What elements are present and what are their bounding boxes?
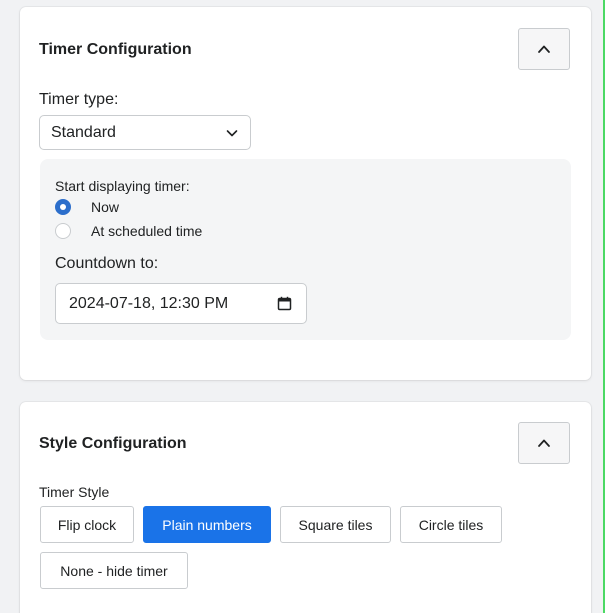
style-configuration-card: Style Configuration Timer Style Flip clo… xyxy=(20,402,591,613)
style-config-collapse-button[interactable] xyxy=(518,422,570,464)
countdown-label: Countdown to: xyxy=(55,255,159,272)
style-flip-clock-button[interactable]: Flip clock xyxy=(40,506,134,543)
timer-type-label: Timer type: xyxy=(39,91,119,108)
calendar-icon[interactable] xyxy=(277,296,292,311)
radio-scheduled[interactable]: At scheduled time xyxy=(55,223,202,239)
countdown-datetime-input[interactable]: 2024-07-18, 12:30 PM xyxy=(55,283,307,324)
timer-type-select[interactable]: Standard xyxy=(39,115,251,150)
radio-now-indicator[interactable] xyxy=(55,199,71,215)
chevron-up-icon xyxy=(538,45,550,53)
chevron-down-icon xyxy=(226,130,238,137)
style-square-tiles-button[interactable]: Square tiles xyxy=(280,506,391,543)
radio-scheduled-label: At scheduled time xyxy=(91,223,203,239)
timer-configuration-title: Timer Configuration xyxy=(39,41,192,58)
timer-style-label: Timer Style xyxy=(39,484,110,500)
start-displaying-label: Start displaying timer: xyxy=(55,178,190,194)
timer-configuration-card: Timer Configuration Timer type: Standard… xyxy=(20,7,591,380)
style-configuration-title: Style Configuration xyxy=(39,435,187,452)
radio-now-label: Now xyxy=(91,199,120,215)
radio-scheduled-indicator[interactable] xyxy=(55,223,71,239)
app-page: Timer Configuration Timer type: Standard… xyxy=(0,0,605,613)
timer-type-selected-value: Standard xyxy=(51,123,116,141)
countdown-datetime-value: 2024-07-18, 12:30 PM xyxy=(69,294,229,312)
start-display-panel: Start displaying timer: Now At scheduled… xyxy=(40,159,571,340)
style-plain-numbers-button[interactable]: Plain numbers xyxy=(143,506,271,543)
timer-config-collapse-button[interactable] xyxy=(518,28,570,70)
style-circle-tiles-button[interactable]: Circle tiles xyxy=(400,506,502,543)
style-none-hide-timer-button[interactable]: None - hide timer xyxy=(40,552,188,589)
chevron-up-icon xyxy=(538,439,550,447)
radio-now[interactable]: Now xyxy=(55,199,119,215)
